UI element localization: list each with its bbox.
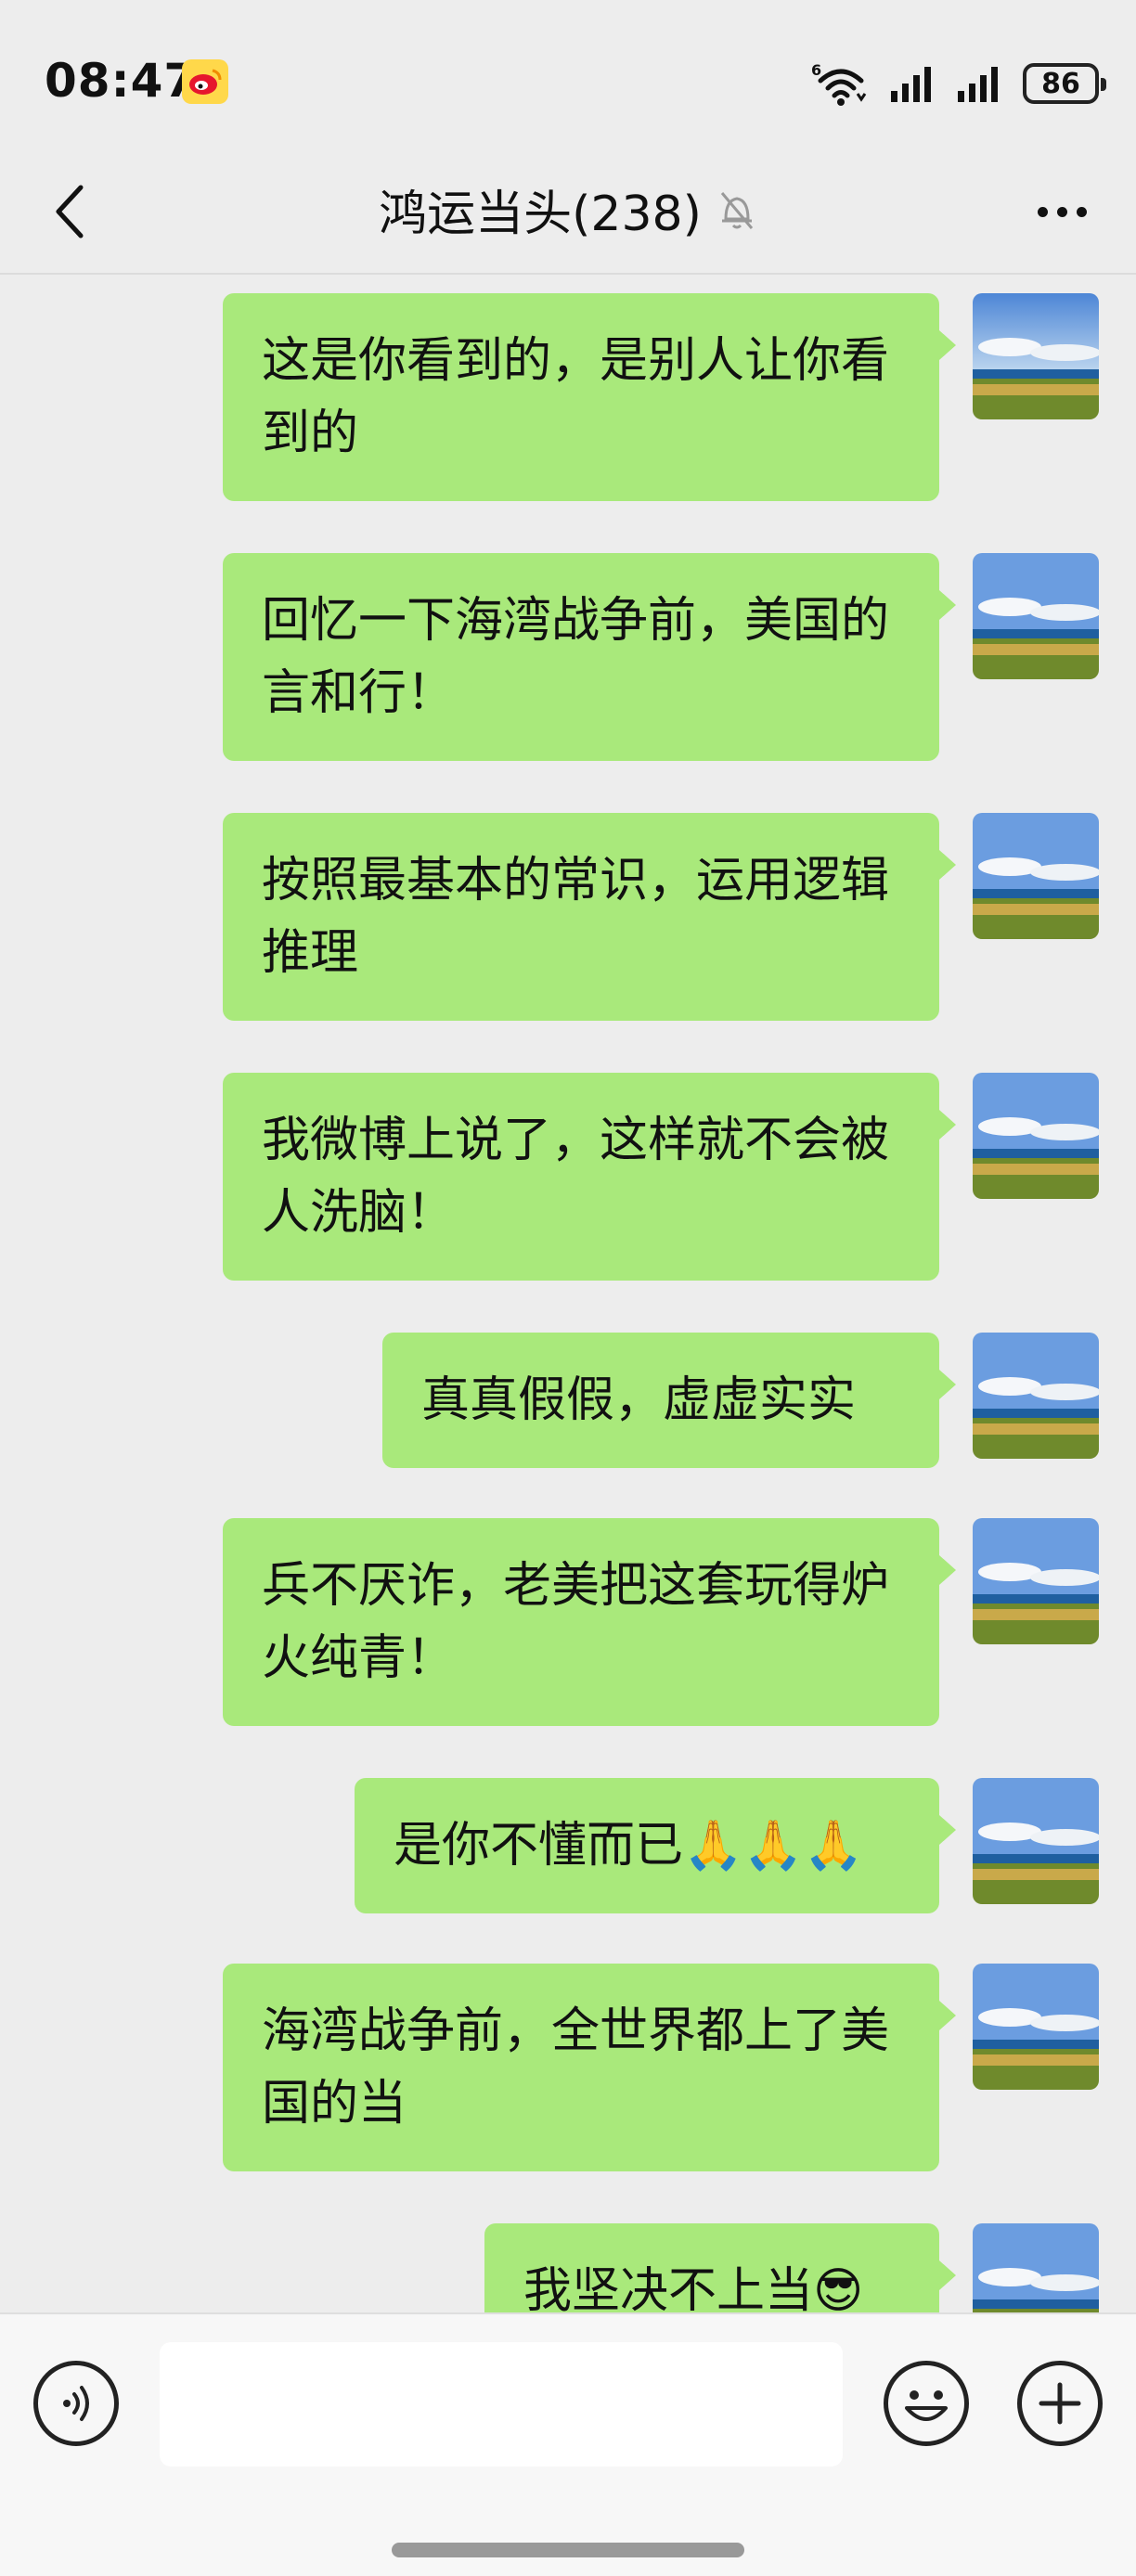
dot-icon [1056, 206, 1067, 217]
message-row: 我微博上说了，这样就不会被人洗脑！ [223, 1073, 1099, 1281]
message-bubble[interactable]: 海湾战争前，全世界都上了美国的当 [223, 1964, 956, 2171]
message-row: 这是你看到的，是别人让你看到的 [223, 293, 1099, 501]
header-title-group: 鸿运当头(238) [0, 174, 1136, 244]
dot-icon [1037, 206, 1048, 217]
voice-icon [63, 2386, 89, 2421]
voice-button[interactable] [33, 2361, 119, 2446]
home-indicator[interactable] [392, 2543, 744, 2557]
message-bubble[interactable]: 兵不厌诈，老美把这套玩得炉火纯青！ [223, 1518, 956, 1726]
plus-button[interactable] [1017, 2361, 1103, 2446]
plus-icon [1039, 2382, 1081, 2425]
avatar[interactable] [973, 1518, 1099, 1644]
avatar[interactable] [973, 813, 1099, 939]
message-bubble[interactable]: 我坚决不上当😎 [484, 2223, 956, 2312]
bell-off-icon [720, 191, 754, 229]
emoji-icon [905, 2390, 948, 2421]
group-title: 鸿运当头(238) [379, 187, 702, 242]
avatar[interactable] [973, 553, 1099, 679]
avatar[interactable] [973, 1333, 1099, 1459]
battery-icon: 86 [1023, 63, 1106, 104]
avatar[interactable] [973, 1778, 1099, 1904]
message-row: 按照最基本的常识，运用逻辑推理 [223, 813, 1099, 1021]
message-row: 是你不懂而已🙏🙏🙏 [355, 1778, 1099, 1913]
message-list[interactable]: 这是你看到的，是别人让你看到的 回忆一下海湾战争前，美国的言和行！ 按照最基本的… [0, 277, 1136, 2312]
message-row: 回忆一下海湾战争前，美国的言和行！ [223, 553, 1099, 761]
network-badge: 6 [811, 61, 821, 79]
more-options-button[interactable] [1025, 182, 1099, 241]
message-row: 海湾战争前，全世界都上了美国的当 [223, 1964, 1099, 2171]
avatar[interactable] [973, 293, 1099, 419]
signal-icon-1 [891, 67, 931, 102]
message-row: 我坚决不上当😎 [484, 2223, 1099, 2312]
message-bubble[interactable]: 按照最基本的常识，运用逻辑推理 [223, 813, 956, 1021]
wifi-icon: 6 [811, 61, 867, 106]
message-row: 真真假假，虚虚实实 [382, 1333, 1099, 1468]
status-icons: 6 86 [811, 59, 1106, 108]
message-bubble[interactable]: 真真假假，虚虚实实 [382, 1333, 956, 1468]
dot-icon [1076, 206, 1087, 217]
chat-header: 鸿运当头(238) [0, 148, 1136, 275]
emoji-button[interactable] [884, 2361, 969, 2446]
message-bubble[interactable]: 这是你看到的，是别人让你看到的 [223, 293, 956, 501]
message-bubble[interactable]: 是你不懂而已🙏🙏🙏 [355, 1778, 956, 1913]
battery-level: 86 [1041, 67, 1080, 100]
message-bubble[interactable]: 我微博上说了，这样就不会被人洗脑！ [223, 1073, 956, 1281]
input-bar [0, 2312, 1136, 2576]
message-input[interactable] [160, 2342, 843, 2467]
status-time: 08:47 [45, 54, 198, 108]
status-bar: 08:47 6 86 [0, 0, 1136, 148]
message-bubble[interactable]: 回忆一下海湾战争前，美国的言和行！ [223, 553, 956, 761]
avatar[interactable] [973, 1964, 1099, 2090]
avatar[interactable] [973, 1073, 1099, 1199]
avatar[interactable] [973, 2223, 1099, 2312]
signal-icon-2 [958, 67, 998, 102]
message-row: 兵不厌诈，老美把这套玩得炉火纯青！ [223, 1518, 1099, 1726]
weibo-notification-icon [182, 59, 228, 104]
